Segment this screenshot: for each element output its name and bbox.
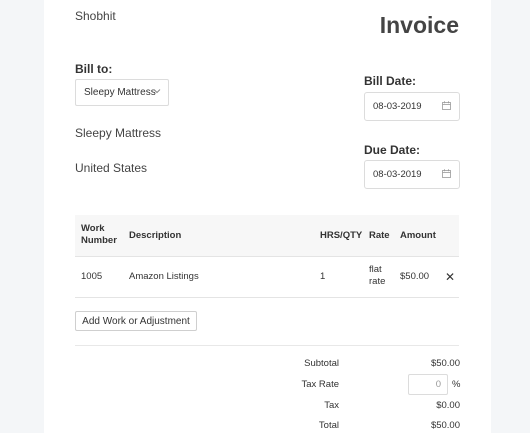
calendar-icon[interactable] bbox=[442, 169, 451, 178]
add-work-button[interactable]: Add Work or Adjustment bbox=[75, 311, 197, 331]
chevron-down-icon bbox=[152, 86, 162, 99]
bill-to-address-line1: Sleepy Mattress bbox=[75, 126, 162, 140]
line-items-table: Work Number Description HRS/QTY Rate Amo… bbox=[75, 215, 459, 299]
tax-label: Tax bbox=[324, 400, 339, 411]
due-date-value: 08-03-2019 bbox=[373, 169, 422, 180]
due-date-label: Due Date: bbox=[364, 143, 421, 157]
bill-date-label: Bill Date: bbox=[364, 74, 417, 88]
header-rate: Rate bbox=[369, 230, 390, 241]
header-hrs-qty: HRS/QTY bbox=[320, 230, 363, 241]
bill-to-address-line2: United States bbox=[75, 161, 148, 175]
calendar-icon[interactable] bbox=[442, 101, 451, 110]
tax-rate-input[interactable] bbox=[408, 374, 448, 395]
cell-rate: flat rate bbox=[369, 264, 386, 287]
header-description: Description bbox=[129, 230, 182, 241]
total-label: Total bbox=[318, 420, 339, 431]
cell-description: Amazon Listings bbox=[129, 271, 199, 282]
tax-rate-unit: % bbox=[452, 379, 461, 390]
customer-select[interactable]: Sleepy Mattress bbox=[75, 79, 169, 106]
company-name: Shobhit bbox=[75, 9, 116, 23]
bill-to-label: Bill to: bbox=[75, 62, 113, 76]
header-work-number: Work Number bbox=[81, 223, 117, 246]
header-amount: Amount bbox=[400, 230, 436, 241]
tax-rate-label: Tax Rate bbox=[301, 379, 340, 390]
cell-work-number: 1005 bbox=[81, 271, 103, 282]
table-header: Work Number Description HRS/QTY Rate Amo… bbox=[75, 215, 459, 257]
due-date-input[interactable]: 08-03-2019 bbox=[364, 160, 460, 189]
cell-amount: $50.00 bbox=[400, 271, 430, 282]
invoice-page: Shobhit Invoice Bill to: Sleepy Mattress… bbox=[44, 0, 491, 433]
subtotal-label: Subtotal bbox=[304, 358, 339, 369]
customer-select-value: Sleepy Mattress bbox=[84, 87, 156, 98]
bill-date-value: 08-03-2019 bbox=[373, 101, 422, 112]
table-row: 1005 Amazon Listings 1 flat rate $50.00 … bbox=[75, 257, 459, 298]
tax-value: $0.00 bbox=[436, 400, 460, 411]
cell-qty: 1 bbox=[320, 271, 326, 282]
subtotal-value: $50.00 bbox=[430, 358, 460, 369]
divider bbox=[75, 345, 459, 346]
bill-date-input[interactable]: 08-03-2019 bbox=[364, 92, 460, 121]
page-title: Invoice bbox=[379, 12, 459, 38]
close-icon[interactable]: ✕ bbox=[445, 270, 455, 284]
total-value: $50.00 bbox=[430, 420, 460, 431]
